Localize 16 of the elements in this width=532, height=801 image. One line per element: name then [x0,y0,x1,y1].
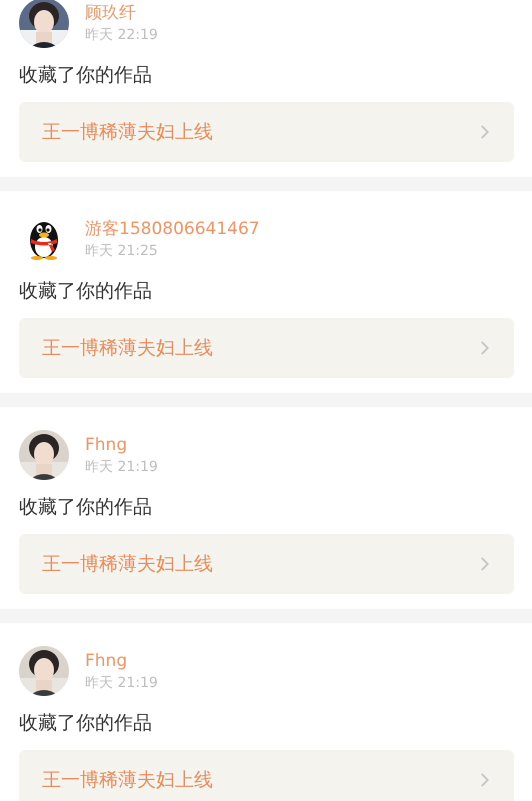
work-link[interactable]: 王一博稀薄夫妇上线 [19,534,514,594]
work-link[interactable]: 王一博稀薄夫妇上线 [19,750,514,801]
activity-text: 收藏了你的作品 [19,63,152,87]
activity-text: 收藏了你的作品 [19,711,152,735]
timestamp: 昨天 21:25 [85,242,159,260]
work-link[interactable]: 王一博稀薄夫妇上线 [19,102,514,162]
timestamp: 昨天 22:19 [85,26,158,44]
timestamp: 昨天 21:19 [85,674,158,692]
activity-text: 收藏了你的作品 [19,279,152,303]
user-name[interactable]: 游客1580806641467 [85,218,260,238]
activity-text: 收藏了你的作品 [19,495,152,519]
user-name[interactable]: Fhng [85,650,158,670]
user-name[interactable]: 顾玖纤 [85,2,158,22]
timestamp: 昨天 21:19 [85,458,158,476]
work-link[interactable]: 王一博稀薄夫妇上线 [19,318,514,378]
user-name[interactable]: Fhng [85,434,158,454]
